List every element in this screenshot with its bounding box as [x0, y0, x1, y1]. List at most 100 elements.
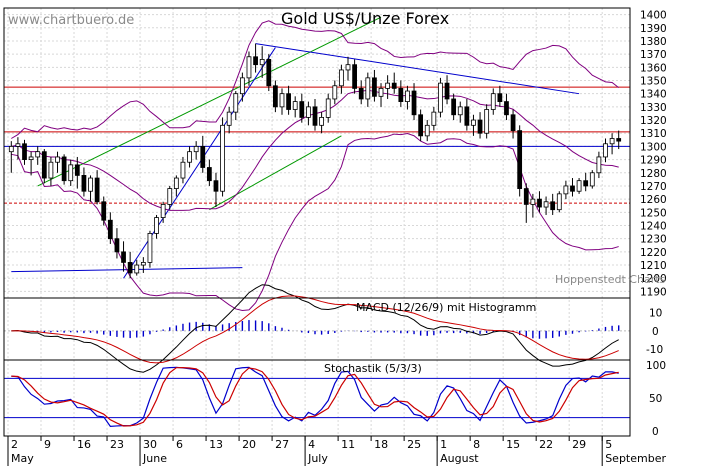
candle [187, 151, 192, 163]
candle [616, 138, 622, 142]
month-label: June [142, 452, 167, 465]
watermark: www.chartbuero.de [8, 13, 134, 28]
candle [180, 161, 186, 179]
credit: Hoppenstedt Charts [555, 273, 666, 286]
candle [490, 93, 496, 110]
y-tick-label: 1220 [640, 247, 667, 259]
candle [378, 88, 384, 97]
candle [286, 93, 291, 110]
candle [147, 233, 153, 263]
candle [477, 119, 483, 134]
candle [134, 264, 140, 274]
month-label: August [440, 452, 479, 465]
candle [603, 143, 608, 158]
x-tick-label: 29 [572, 438, 586, 451]
y-tick-label: 1340 [640, 89, 667, 101]
candle [345, 64, 351, 71]
macd-tick-label: -10 [646, 344, 663, 356]
x-tick-label: 20 [242, 438, 256, 451]
candle [418, 114, 424, 137]
x-tick-label: 30 [143, 438, 157, 451]
y-tick-label: 1300 [640, 141, 667, 153]
candle [510, 114, 516, 131]
candle [239, 77, 245, 95]
candle [391, 82, 397, 89]
candle [451, 98, 457, 116]
candle [543, 201, 549, 208]
x-tick-label: 11 [341, 438, 355, 451]
candle [504, 101, 509, 116]
candle [28, 156, 34, 160]
candle [457, 106, 463, 116]
candle [233, 93, 239, 113]
y-tick-label: 1260 [640, 194, 667, 206]
macd-title: MACD (12/26/9) mit Histogramm [356, 301, 536, 314]
candle [81, 175, 87, 192]
candle [74, 164, 80, 176]
candle [497, 93, 503, 102]
month-label: September [605, 452, 666, 465]
candle [94, 177, 100, 203]
x-tick-label: 27 [275, 438, 289, 451]
candle [596, 156, 602, 174]
candle [464, 106, 470, 126]
candle [200, 146, 206, 168]
candle [114, 238, 120, 253]
candle [471, 119, 476, 126]
gold-chart: 2 9 16 23 30 6 13 20 27 4 11 18 25 1 8 15 22 29 5May June Ju… [3, 7, 667, 466]
x-tick-label: 15 [506, 438, 520, 451]
candle [431, 111, 437, 126]
candle [246, 56, 252, 79]
stoch-tick-label: 0 [652, 426, 659, 438]
macd-tick-label: 0 [652, 326, 659, 338]
month-label: May [11, 452, 34, 465]
y-tick-label: 1400 [640, 10, 667, 22]
candle [312, 106, 318, 126]
x-tick-label: 13 [209, 438, 223, 451]
candle [41, 151, 47, 179]
x-tick-label: 1 [440, 438, 447, 451]
candle [550, 201, 556, 211]
candle [398, 88, 404, 102]
x-tick-label: 6 [176, 438, 183, 451]
grid [4, 8, 630, 436]
candle [609, 138, 615, 145]
x-tick-label: 18 [374, 438, 388, 451]
candle [127, 262, 133, 274]
candle [35, 151, 41, 158]
x-tick-label: 22 [539, 438, 553, 451]
stochastic-title: Stochastik (5/3/3) [324, 362, 422, 375]
candle [424, 124, 430, 137]
candle [325, 98, 331, 118]
month-label: July [307, 452, 328, 465]
candle [372, 77, 377, 97]
chart-title: Gold US$/Unze Forex [281, 9, 449, 28]
candle [253, 56, 258, 66]
candle [537, 198, 542, 208]
trend-line [123, 47, 276, 279]
x-tick-label: 25 [407, 438, 421, 451]
candle [167, 188, 173, 205]
candle [88, 177, 93, 192]
y-tick-label: 1280 [640, 168, 667, 180]
candle [556, 193, 562, 211]
candle [444, 82, 450, 100]
candle [570, 185, 575, 192]
y-tick-label: 1390 [640, 23, 667, 35]
candle [61, 156, 67, 182]
candle [101, 201, 107, 221]
candle [68, 164, 74, 182]
y-tick-label: 1310 [640, 128, 667, 140]
y-tick-label: 1250 [640, 207, 667, 219]
x-tick-label: 23 [110, 438, 124, 451]
candle [173, 177, 179, 189]
candle [193, 146, 199, 153]
y-tick-label: 1210 [640, 260, 667, 272]
candle [523, 188, 529, 205]
y-tick-label: 1290 [640, 155, 667, 167]
candle [273, 85, 278, 108]
candle [107, 219, 113, 240]
candle [266, 59, 272, 87]
candle [438, 82, 443, 113]
candle [411, 90, 417, 116]
